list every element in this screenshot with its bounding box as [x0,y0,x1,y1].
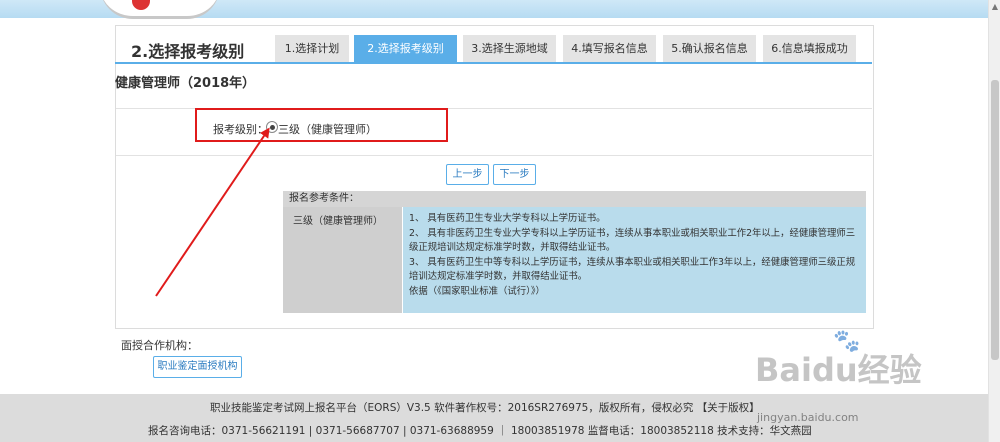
training-org-button[interactable]: 职业鉴定面授机构 [153,356,242,378]
footer-contact: 报名咨询电话：0371-56621191 | 0371-56687707 | 0… [148,425,812,437]
footer-copyright-text: 职业技能鉴定考试网上报名平台（EORS）V3.5 软件著作权号：2016SR27… [210,402,694,414]
watermark-text: Baidu经验 [755,351,922,389]
orgs-label: 面授合作机构： [121,339,198,352]
watermark-url: jingyan.baidu.com [757,411,859,424]
paw-icon: 🐾 [833,329,861,354]
footer-copyright: 职业技能鉴定考试网上报名平台（EORS）V3.5 软件著作权号：2016SR27… [210,400,760,415]
about-copyright-link[interactable]: 【关于版权】 [697,402,760,414]
